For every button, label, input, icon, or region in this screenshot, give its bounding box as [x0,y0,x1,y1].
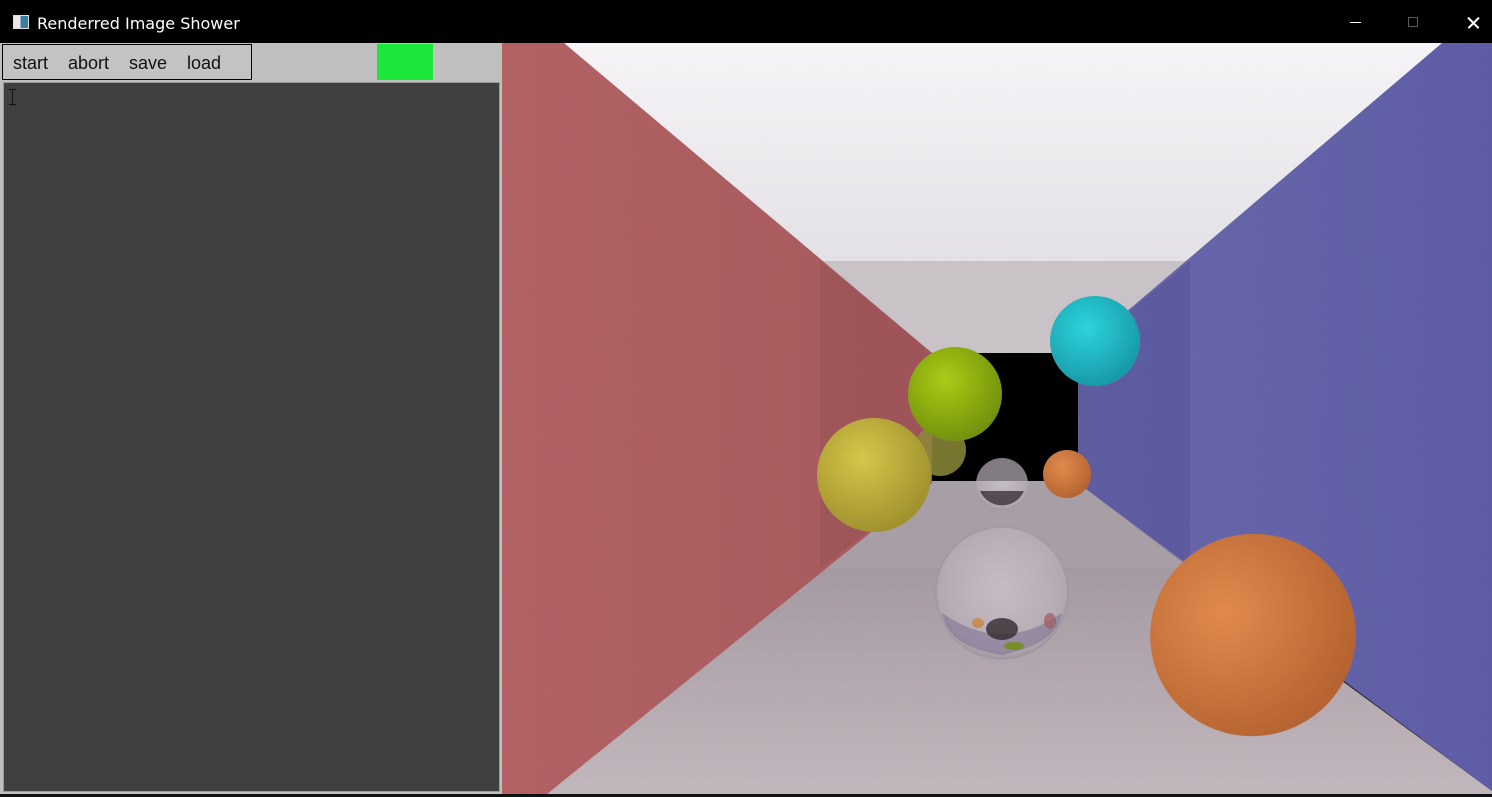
log-textarea[interactable] [3,82,500,792]
status-indicator [377,44,433,80]
window-title: Renderred Image Shower [37,14,240,33]
close-icon[interactable] [1442,0,1492,43]
lime-sphere [908,347,1002,441]
render-canvas [502,43,1492,794]
cyan-sphere [1050,296,1140,386]
maximize-icon[interactable] [1384,0,1442,43]
app-window-icon [13,15,29,29]
save-button[interactable]: save [129,53,167,74]
rendered-image [502,43,1492,794]
minimize-icon[interactable] [1326,0,1384,43]
title-bar: Renderred Image Shower [0,0,1492,43]
small-orange-sphere [1043,450,1091,498]
load-button[interactable]: load [187,53,221,74]
yellow-sphere [817,418,931,532]
start-button[interactable]: start [13,53,48,74]
control-panel: start abort save load [0,43,502,794]
toolbar: start abort save load [2,44,252,80]
text-cursor-icon [8,89,17,105]
abort-button[interactable]: abort [68,53,109,74]
